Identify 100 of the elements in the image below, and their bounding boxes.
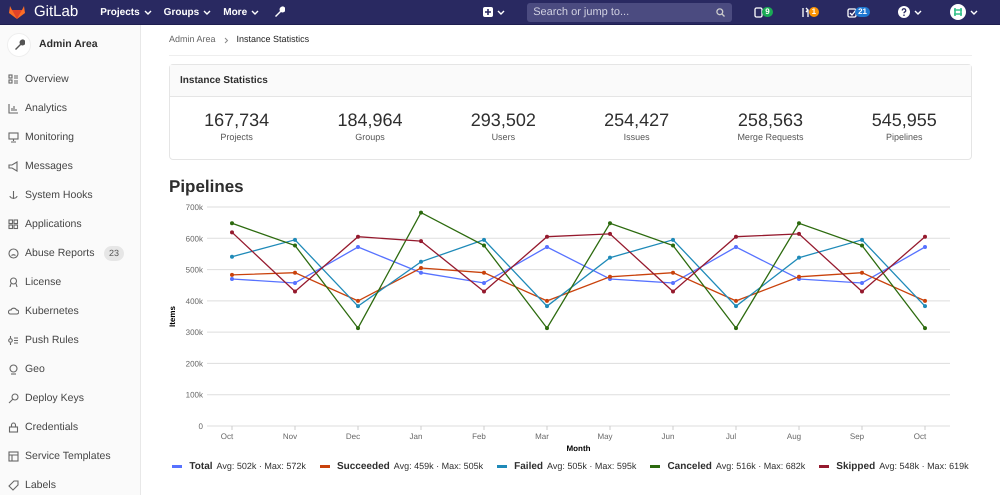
data-point	[230, 254, 234, 259]
issues-icon	[754, 6, 764, 18]
count-badge: 21	[855, 7, 870, 17]
axis-tick-label: Dec	[346, 432, 360, 441]
chevron-icon	[224, 36, 229, 44]
lock-icon	[8, 422, 19, 433]
avatar-icon	[950, 4, 966, 20]
section-heading: Pipelines	[169, 176, 245, 198]
nav-menu[interactable]: Groups	[158, 4, 218, 20]
legend-label: Succeeded	[336, 460, 390, 474]
legend-stats: Avg: 505k · Max: 595k	[547, 460, 636, 473]
data-point	[545, 245, 549, 250]
axis-tick-label: 700k	[186, 203, 203, 212]
legend-stats: Avg: 548k · Max: 619k	[879, 460, 969, 473]
sidebar-title: Admin Area	[39, 37, 98, 52]
count-badge: 9	[762, 7, 773, 17]
cloud-icon	[8, 306, 19, 317]
wrench-icon[interactable]	[273, 6, 286, 18]
caret-icon	[914, 8, 922, 16]
logo-icon[interactable]	[8, 4, 26, 20]
data-point	[293, 270, 297, 275]
data-point	[671, 289, 675, 294]
data-point	[356, 326, 360, 330]
sidebar-item[interactable]: Credentials	[25, 420, 78, 436]
axis-tick-label: 200k	[186, 359, 203, 368]
monitor-icon	[8, 132, 19, 143]
axis-tick-label: 300k	[186, 328, 203, 338]
legend-stats: Avg: 502k · Max: 572k	[216, 460, 306, 473]
data-point	[734, 245, 738, 250]
axis-title: Items	[168, 306, 177, 327]
search-field[interactable]: Search or jump to...	[527, 2, 732, 22]
axis-tick-label: May	[597, 432, 613, 441]
caret-icon	[144, 8, 152, 16]
caret-icon	[203, 8, 212, 16]
axis-tick-label: Mar	[535, 432, 549, 441]
axis-tick-label: Aug	[786, 432, 802, 441]
sidebar-item[interactable]: Monitoring	[25, 130, 74, 146]
stat-label: Pipelines	[885, 131, 924, 144]
legend-stats: Avg: 459k · Max: 505k	[394, 460, 484, 473]
axis-tick-label: 0	[198, 422, 203, 431]
sidebar-item[interactable]: Messages	[25, 158, 73, 174]
todo-icon	[847, 6, 858, 18]
bar-chart-icon	[8, 103, 19, 114]
counter-button[interactable]: 21	[841, 6, 876, 18]
stat-label: Users	[490, 131, 516, 144]
anchor-icon	[8, 190, 19, 201]
stat-value: 258,563	[737, 109, 804, 131]
help-icon	[898, 6, 910, 18]
data-point	[356, 245, 360, 250]
sidebar-item[interactable]: Analytics	[25, 100, 68, 116]
caret-icon	[497, 8, 506, 16]
count-badge: 23	[104, 246, 124, 262]
sidebar-item[interactable]: License	[25, 274, 62, 290]
sidebar-item[interactable]: Deploy Keys	[25, 390, 84, 406]
axis-tick-label: Jun	[662, 432, 674, 441]
sad-face-icon	[8, 248, 19, 259]
sidebar-item[interactable]: System Hooks	[25, 188, 93, 204]
data-point	[230, 230, 234, 234]
legend-stats: Avg: 516k · Max: 682k	[716, 460, 806, 473]
data-point	[860, 270, 864, 275]
megaphone-icon	[8, 161, 19, 172]
data-point	[671, 281, 675, 286]
grid-icon	[8, 219, 19, 230]
sidebar-item[interactable]: Kubernetes	[25, 304, 79, 320]
sidebar-item[interactable]: Abuse Reports	[25, 246, 94, 262]
brand-name[interactable]: GitLab	[34, 0, 78, 24]
merge-request-icon	[800, 6, 811, 18]
stat-label: Merge Requests	[737, 131, 804, 144]
axis-tick-label: 100k	[186, 390, 203, 400]
axis-tick-label: 600k	[186, 234, 203, 244]
template-icon	[8, 451, 19, 462]
data-point	[860, 289, 864, 294]
data-point	[545, 326, 549, 330]
data-point	[545, 234, 549, 239]
axis-tick-label: Oct	[220, 432, 234, 441]
axis-tick-label: Jan	[410, 432, 422, 441]
legend-label: Total	[189, 460, 213, 474]
nav-menu[interactable]: Projects	[94, 4, 158, 20]
stat-label: Groups	[354, 131, 386, 144]
stat-value: 184,964	[337, 109, 403, 131]
data-point	[797, 221, 801, 226]
sidebar-item[interactable]: Push Rules	[25, 332, 79, 348]
sidebar-item[interactable]: Geo	[25, 362, 45, 378]
data-point	[419, 260, 423, 264]
legend-label: Canceled	[667, 460, 712, 474]
sidebar-item[interactable]: Labels	[25, 478, 56, 494]
grid-icon	[8, 74, 19, 85]
data-point	[293, 281, 297, 286]
stat-value: 293,502	[470, 109, 536, 131]
sidebar-item[interactable]: Applications	[25, 216, 82, 232]
data-point	[608, 256, 612, 260]
nav-menu[interactable]: More	[217, 4, 266, 20]
data-point	[797, 232, 801, 236]
sidebar-item[interactable]: Overview	[25, 72, 69, 88]
sidebar-item[interactable]: Service Templates	[25, 448, 111, 464]
data-point	[734, 234, 738, 239]
data-point	[419, 210, 423, 215]
data-point	[671, 270, 675, 275]
axis-tick-label: Feb	[472, 432, 486, 441]
breadcrumb-link[interactable]: Admin Area	[169, 33, 216, 47]
